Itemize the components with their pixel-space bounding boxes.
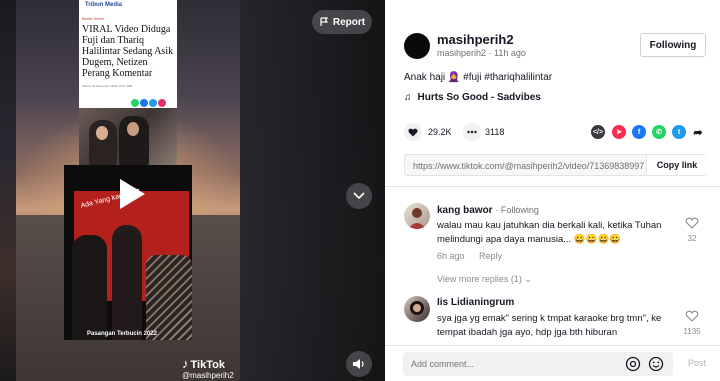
video-link-box: https://www.tiktok.com/@masihperih2/vide… bbox=[404, 154, 707, 176]
mention-icon[interactable] bbox=[625, 356, 641, 372]
following-button[interactable]: Following bbox=[640, 33, 706, 57]
tiktok-watermark: ♪ TikTok bbox=[182, 356, 225, 371]
next-video-button[interactable] bbox=[346, 183, 372, 209]
report-label: Report bbox=[332, 16, 366, 28]
avatar-icon bbox=[408, 208, 426, 229]
volume-button[interactable] bbox=[346, 351, 372, 377]
avatar[interactable] bbox=[404, 33, 430, 59]
person-silhouette bbox=[146, 255, 192, 340]
post-time: 11h ago bbox=[494, 48, 526, 58]
person-silhouette bbox=[112, 225, 142, 340]
person-face bbox=[96, 126, 108, 140]
news-headline: VIRAL Video Diduga Fuji dan Thariq Halil… bbox=[82, 24, 174, 79]
play-icon[interactable] bbox=[117, 177, 147, 211]
news-tag: Berita Seleb bbox=[82, 16, 104, 21]
view-more-replies[interactable]: View more replies (1) ⌄ bbox=[437, 274, 532, 285]
comment-text: sya jga yg emak" sering k tmpat karaoke … bbox=[437, 313, 662, 338]
comment-like-count: 1135 bbox=[683, 327, 701, 336]
clip-caption-bottom: Pasangan Terbucin 2022 bbox=[87, 331, 157, 337]
music-link[interactable]: ♫ Hurts So Good - Sadvibes bbox=[404, 92, 541, 103]
comment-user-name[interactable]: Iis Lidianingrum bbox=[437, 297, 514, 308]
video-details-panel: masihperih2 masihperih2 · 11h ago Follow… bbox=[385, 0, 720, 381]
heart-icon bbox=[408, 128, 418, 136]
music-title: Hurts So Good - Sadvibes bbox=[417, 92, 541, 103]
share-arrow-icon[interactable]: ➦ bbox=[691, 125, 705, 139]
news-logo: Tribun Media bbox=[85, 2, 123, 8]
avatar[interactable] bbox=[404, 296, 430, 322]
avatar-icon bbox=[410, 301, 424, 315]
comment-dots-icon bbox=[467, 130, 477, 134]
instagram-icon bbox=[158, 99, 166, 107]
comment-like-count: 32 bbox=[687, 234, 697, 243]
avatar[interactable] bbox=[404, 203, 430, 229]
like-count: 29.2K bbox=[428, 127, 452, 137]
emoji-icon[interactable] bbox=[648, 356, 664, 372]
flag-icon bbox=[320, 17, 329, 26]
heart-outline-icon[interactable] bbox=[685, 217, 699, 229]
speaker-icon bbox=[353, 359, 364, 369]
news-meta: Kamis, 29 Desember 2022 19:07 WIB bbox=[82, 84, 133, 88]
like-button[interactable] bbox=[404, 123, 422, 141]
person-silhouette bbox=[72, 235, 107, 340]
watermark-brand: TikTok bbox=[190, 359, 225, 371]
author-meta: masihperih2 · 11h ago bbox=[437, 48, 526, 58]
divider bbox=[385, 186, 720, 187]
comment-username[interactable]: Iis Lidianingrum bbox=[437, 297, 514, 308]
watermark-username: @masihperih2 bbox=[182, 371, 234, 380]
tiktok-logo-icon: ♪ bbox=[182, 356, 189, 371]
author-username[interactable]: masihperih2 bbox=[437, 32, 514, 47]
send-icon[interactable]: ➤ bbox=[612, 125, 626, 139]
video-link[interactable]: https://www.tiktok.com/@masihperih2/vide… bbox=[413, 161, 645, 171]
video-player[interactable]: Tribun Media Berita Seleb VIRAL Video Di… bbox=[0, 0, 385, 381]
twitter-icon bbox=[149, 99, 157, 107]
whatsapp-icon bbox=[131, 99, 139, 107]
facebook-share-icon[interactable]: f bbox=[632, 125, 646, 139]
post-button[interactable]: Post bbox=[688, 358, 706, 368]
copy-link-button[interactable]: Copy link bbox=[646, 155, 707, 175]
comment-time: 6h ago bbox=[437, 251, 465, 261]
comment-count: 3118 bbox=[485, 127, 505, 137]
news-screenshot: Tribun Media Berita Seleb VIRAL Video Di… bbox=[79, 0, 177, 108]
following-badge: · Following bbox=[495, 205, 539, 215]
couple-photo bbox=[79, 108, 177, 165]
comment-button[interactable] bbox=[463, 123, 481, 141]
report-button[interactable]: Report bbox=[312, 10, 372, 34]
embed-icon[interactable]: </> bbox=[591, 125, 605, 139]
person-face bbox=[127, 122, 139, 136]
whatsapp-share-icon[interactable]: ✆ bbox=[652, 125, 666, 139]
view-more-replies-label: View more replies (1) bbox=[437, 274, 522, 284]
video-caption: Anak haji 🧕 #fuji #thariqhalilintar bbox=[404, 72, 553, 83]
chevron-down-icon: ⌄ bbox=[524, 274, 532, 284]
comment-user-name[interactable]: kang bawor bbox=[437, 205, 493, 216]
comment-meta: 6h ago Reply bbox=[437, 251, 502, 261]
comment-text: walau mau kau jatuhkan dia berkali kali,… bbox=[437, 220, 662, 245]
author-handle: masihperih2 bbox=[437, 48, 487, 58]
reply-button[interactable]: Reply bbox=[479, 251, 502, 261]
comment-username[interactable]: kang bawor · Following bbox=[437, 205, 539, 216]
chevron-down-icon bbox=[353, 192, 365, 200]
twitter-share-icon[interactable]: t bbox=[672, 125, 686, 139]
comment-bar: Post bbox=[385, 345, 720, 381]
facebook-icon bbox=[140, 99, 148, 107]
heart-outline-icon[interactable] bbox=[685, 310, 699, 322]
music-note-icon: ♫ bbox=[404, 92, 412, 103]
